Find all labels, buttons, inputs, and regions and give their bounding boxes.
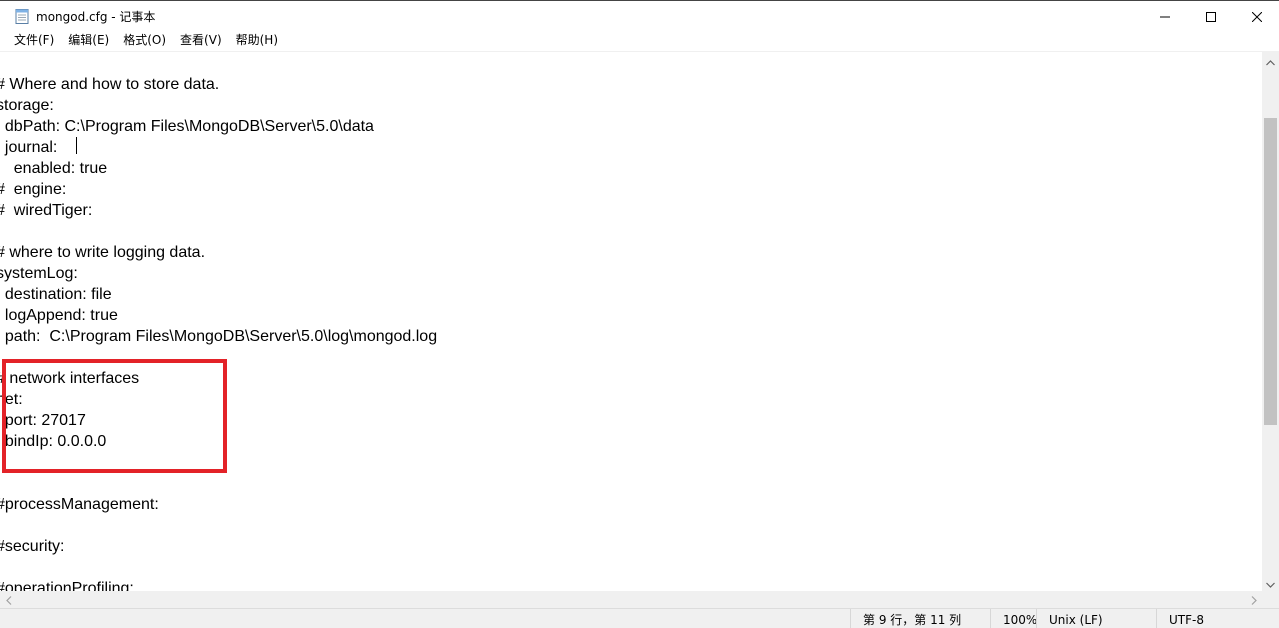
vertical-scrollbar[interactable] [1262,52,1279,591]
menu-format[interactable]: 格式(O) [116,30,173,51]
text-editor[interactable]: #operationProfiling: #security: #processMa… [0,52,1262,591]
text-line: #processManagement: [0,496,159,513]
text-line: #operationProfiling: [0,580,134,591]
scroll-up-button[interactable] [1262,52,1279,69]
text-line: net: [0,391,23,408]
menu-file[interactable]: 文件(F) [7,30,61,51]
chevron-right-icon [1251,590,1257,609]
text-line: # network interfaces [0,370,140,387]
menu-view[interactable]: 查看(V) [173,30,229,51]
text-caret [76,137,77,154]
text-line: bindIp: 0.0.0.0 [0,433,107,450]
close-icon [1251,7,1263,26]
notepad-window: mongod.cfg - 记事本 文件(F) 编辑(E) 格式(O) 查看(V)… [0,0,1279,628]
close-button[interactable] [1234,1,1279,31]
vertical-scroll-thumb[interactable] [1264,118,1277,425]
title-bar[interactable]: mongod.cfg - 记事本 [0,0,1279,30]
cursor-position: 第 9 行，第 11 列 [850,609,990,628]
text-line: # wiredTiger: [0,202,93,219]
text-line: systemLog: [0,265,78,282]
menu-bar: 文件(F) 编辑(E) 格式(O) 查看(V) 帮助(H) [0,30,1279,51]
text-line: destination: file [0,286,112,303]
text-line: port: 27017 [0,412,86,429]
line-ending: Unix (LF) [1036,609,1156,628]
notepad-icon [15,8,30,24]
window-title: mongod.cfg - 记事本 [36,10,156,24]
chevron-left-icon [5,590,12,609]
zoom-level: 100% [990,609,1037,628]
scroll-right-button[interactable] [1245,591,1262,608]
maximize-button[interactable] [1188,1,1234,31]
text-line: #security: [0,538,65,555]
text-line: enabled: true [0,160,108,177]
text-line: path: C:\Program Files\MongoDB\Server\5.… [0,328,438,345]
minimize-button[interactable] [1142,1,1188,31]
menu-help[interactable]: 帮助(H) [229,30,285,51]
chevron-up-icon [1266,51,1275,70]
maximize-icon [1206,7,1216,26]
scroll-down-button[interactable] [1262,574,1279,591]
text-line: # where to write logging data. [0,244,206,261]
text-line: # engine: [0,181,67,198]
chevron-down-icon [1266,573,1275,592]
minimize-icon [1160,7,1170,26]
encoding: UTF-8 [1156,609,1279,628]
status-bar: 第 9 行，第 11 列 100% Unix (LF) UTF-8 [0,608,1279,628]
text-line: logAppend: true [0,307,118,324]
text-line: journal: [0,139,58,156]
text-line: storage: [0,97,54,114]
scroll-left-button[interactable] [0,591,17,608]
menu-edit[interactable]: 编辑(E) [61,30,116,51]
text-line: dbPath: C:\Program Files\MongoDB\Server\… [0,118,374,135]
horizontal-scrollbar[interactable] [0,591,1262,608]
scrollbar-corner [1262,591,1279,608]
text-line: # Where and how to store data. [0,76,220,93]
